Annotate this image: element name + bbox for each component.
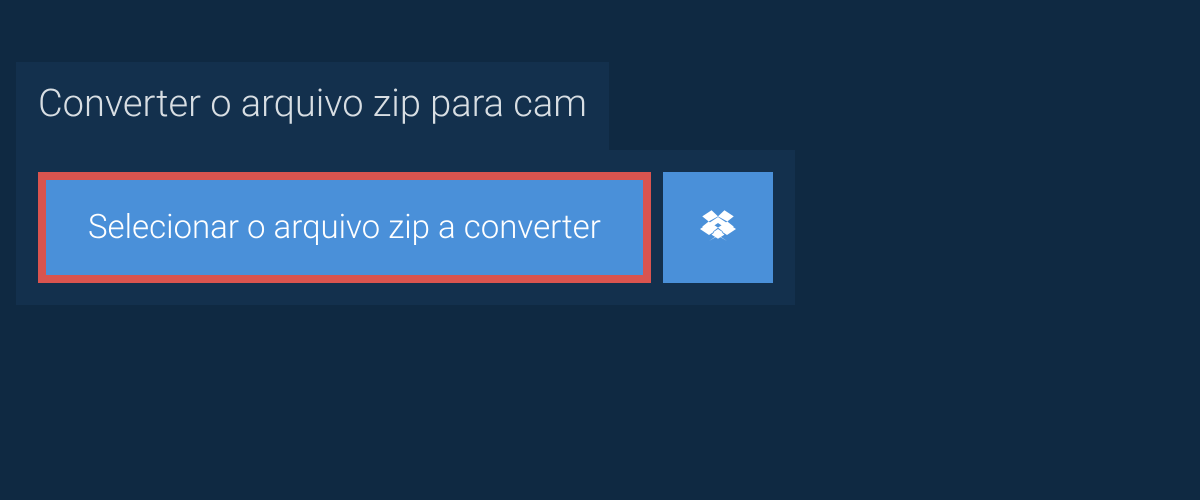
page-title: Converter o arquivo zip para cam (16, 62, 609, 150)
file-selection-panel: Selecionar o arquivo zip a converter (16, 150, 795, 305)
select-file-button[interactable]: Selecionar o arquivo zip a converter (38, 172, 651, 283)
dropbox-icon (700, 208, 736, 248)
select-file-label: Selecionar o arquivo zip a converter (88, 208, 601, 247)
dropbox-button[interactable] (663, 172, 773, 283)
